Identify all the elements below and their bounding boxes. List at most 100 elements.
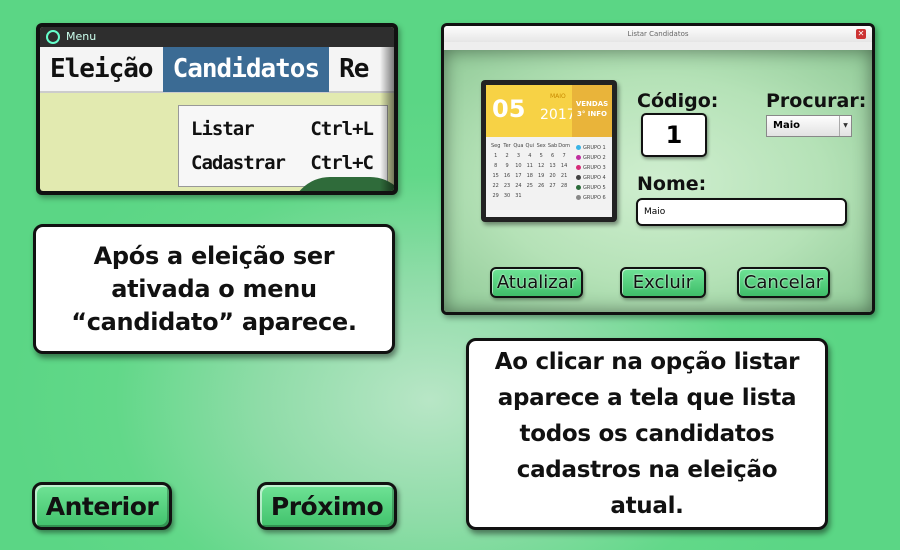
app-icon (46, 30, 60, 44)
calendar-day-cell: 1 (494, 153, 498, 159)
calendar-weekday: Seg (490, 143, 501, 149)
calendar-day-cell: 29 (492, 193, 499, 199)
list-window-title: Listar Candidatos (627, 30, 689, 38)
nome-field[interactable]: Maio (636, 198, 847, 226)
calendar-day-cell: 4 (528, 153, 532, 159)
calendar-weekday: Qua (513, 143, 524, 149)
list-window-titlebar: Listar Candidatos ✕ (444, 26, 872, 42)
calendar-day-cell: 24 (515, 183, 522, 189)
legend-label: GRUPO 5 (583, 185, 606, 191)
calendar-day-cell: 16 (503, 173, 511, 179)
calendar-weekday: Sab (547, 143, 558, 149)
legend-label: GRUPO 3 (583, 165, 606, 171)
calendar-day-cell: 15 (492, 173, 499, 179)
calendar-day-cell: 8 (494, 163, 498, 169)
calendar-legend: GRUPO 1 GRUPO 2 GRUPO 3 GRUPO 4 GRUPO 5 GRUPO… (576, 143, 606, 203)
update-button[interactable]: Atualizar (490, 267, 583, 298)
menu-window-titlebar: Menu (40, 27, 394, 47)
window-edge-shadow (380, 47, 394, 191)
list-window-body: 05 MAIO 2017 VENDAS 3° INFO Seg Ter Qua Qui… (444, 50, 872, 312)
calendar-day-cell: 30 (503, 193, 511, 199)
menu-item-label: Cadastrar (191, 152, 286, 174)
list-window-screenshot: Listar Candidatos ✕ 05 MAIO 2017 VENDAS … (441, 23, 875, 315)
delete-button[interactable]: Excluir (620, 267, 706, 298)
calendar-weekday: Qui (525, 143, 535, 149)
calendar-header: 05 MAIO 2017 (486, 85, 576, 137)
calendar-day-cell: 28 (560, 183, 568, 189)
calendar-weekday: Ter (503, 143, 511, 149)
procurar-select[interactable]: Maio ▼ (766, 115, 852, 137)
calendar-day-cell: 14 (560, 163, 568, 169)
calendar-legend-item: GRUPO 5 (576, 183, 606, 193)
calendar-day-cell: 21 (560, 173, 568, 179)
calendar-day-cell: 20 (549, 173, 556, 179)
menu-window: Menu Eleição Candidatos Re Listar Ctrl+L… (40, 27, 394, 191)
calendar-day-cell: 25 (526, 183, 533, 189)
menubar: Eleição Candidatos Re (40, 46, 394, 93)
legend-label: GRUPO 2 (583, 155, 606, 161)
calendar-side-header: VENDAS 3° INFO (572, 85, 612, 137)
menu-eleicao[interactable]: Eleição (40, 46, 163, 92)
calendar-day-cell: 17 (515, 173, 522, 179)
menu-item-listar[interactable]: Listar Ctrl+L (179, 112, 387, 146)
calendar-month: MAIO (550, 93, 566, 100)
calendar-weekday: Sex (536, 143, 546, 149)
calendar-day-cell: 7 (562, 153, 566, 159)
list-window-subbar (444, 42, 872, 50)
legend-label: GRUPO 4 (583, 175, 606, 181)
calendar-day-cell: 31 (515, 193, 522, 199)
calendar-day: 05 (492, 95, 526, 123)
menu-item-shortcut: Ctrl+C (310, 152, 374, 174)
calendar-grid: Seg Ter Qua Qui Sex Sab Dom 1 2 3 4 5 6 7 8 9 10 11 12 13 14… (490, 143, 570, 199)
calendar-day-cell: 23 (503, 183, 511, 189)
nome-label: Nome: (637, 173, 707, 195)
menu-item-cadastrar[interactable]: Cadastrar Ctrl+C (179, 146, 387, 180)
calendar-day-cell: 18 (526, 173, 533, 179)
codigo-field[interactable]: 1 (641, 113, 707, 157)
calendar-day-cell: 22 (492, 183, 499, 189)
calendar-legend-item: GRUPO 4 (576, 173, 606, 183)
list-window: Listar Candidatos ✕ 05 MAIO 2017 VENDAS … (444, 26, 872, 312)
next-button[interactable]: Próximo (257, 482, 397, 530)
calendar-legend-item: GRUPO 2 (576, 153, 606, 163)
cancel-button[interactable]: Cancelar (737, 267, 830, 298)
legend-label: GRUPO 6 (583, 195, 606, 201)
codigo-label: Código: (637, 90, 719, 112)
calendar-legend-item: GRUPO 1 (576, 143, 606, 153)
calendar-image: 05 MAIO 2017 VENDAS 3° INFO Seg Ter Qua Qui… (481, 80, 617, 222)
calendar-day-cell: 9 (505, 163, 509, 169)
calendar-legend-item: GRUPO 6 (576, 193, 606, 203)
close-icon[interactable]: ✕ (856, 29, 866, 39)
calendar-day-cell: 10 (515, 163, 522, 169)
calendar-day-cell: 13 (549, 163, 556, 169)
menu-screenshot: Menu Eleição Candidatos Re Listar Ctrl+L… (36, 23, 398, 195)
calendar: 05 MAIO 2017 VENDAS 3° INFO Seg Ter Qua Qui… (486, 85, 612, 217)
calendar-year: 2017 (540, 107, 576, 123)
info-box-menu: Após a eleição ser ativada o menu “candi… (33, 224, 395, 354)
legend-dot-icon (576, 165, 581, 170)
calendar-day-cell: 26 (537, 183, 545, 189)
menu-window-title: Menu (66, 30, 97, 43)
menu-candidatos[interactable]: Candidatos (162, 46, 330, 92)
legend-dot-icon (576, 195, 581, 200)
info-text: Ao clicar na opção listar aparece a tela… (494, 349, 800, 519)
procurar-label: Procurar: (766, 90, 867, 112)
calendar-day-cell: 5 (539, 153, 543, 159)
calendar-day-cell: 11 (526, 163, 533, 169)
legend-dot-icon (576, 185, 581, 190)
procurar-select-value: Maio (773, 120, 800, 131)
calendar-weekday: Dom (558, 143, 570, 149)
menu-relatorios[interactable]: Re (329, 46, 378, 92)
calendar-side-text: 3° INFO (576, 110, 607, 118)
calendar-day-cell: 6 (550, 153, 555, 159)
menu-item-shortcut: Ctrl+L (310, 118, 374, 140)
calendar-day-cell: 3 (516, 153, 521, 159)
info-box-list: Ao clicar na opção listar aparece a tela… (466, 338, 828, 530)
previous-button[interactable]: Anterior (32, 482, 172, 530)
legend-dot-icon (576, 145, 581, 150)
calendar-side-text: VENDAS (575, 100, 609, 108)
calendar-day-cell: 12 (537, 163, 545, 169)
legend-dot-icon (576, 155, 581, 160)
calendar-day-cell: 2 (505, 153, 509, 159)
info-text: Após a eleição ser ativada o menu “candi… (71, 241, 357, 336)
